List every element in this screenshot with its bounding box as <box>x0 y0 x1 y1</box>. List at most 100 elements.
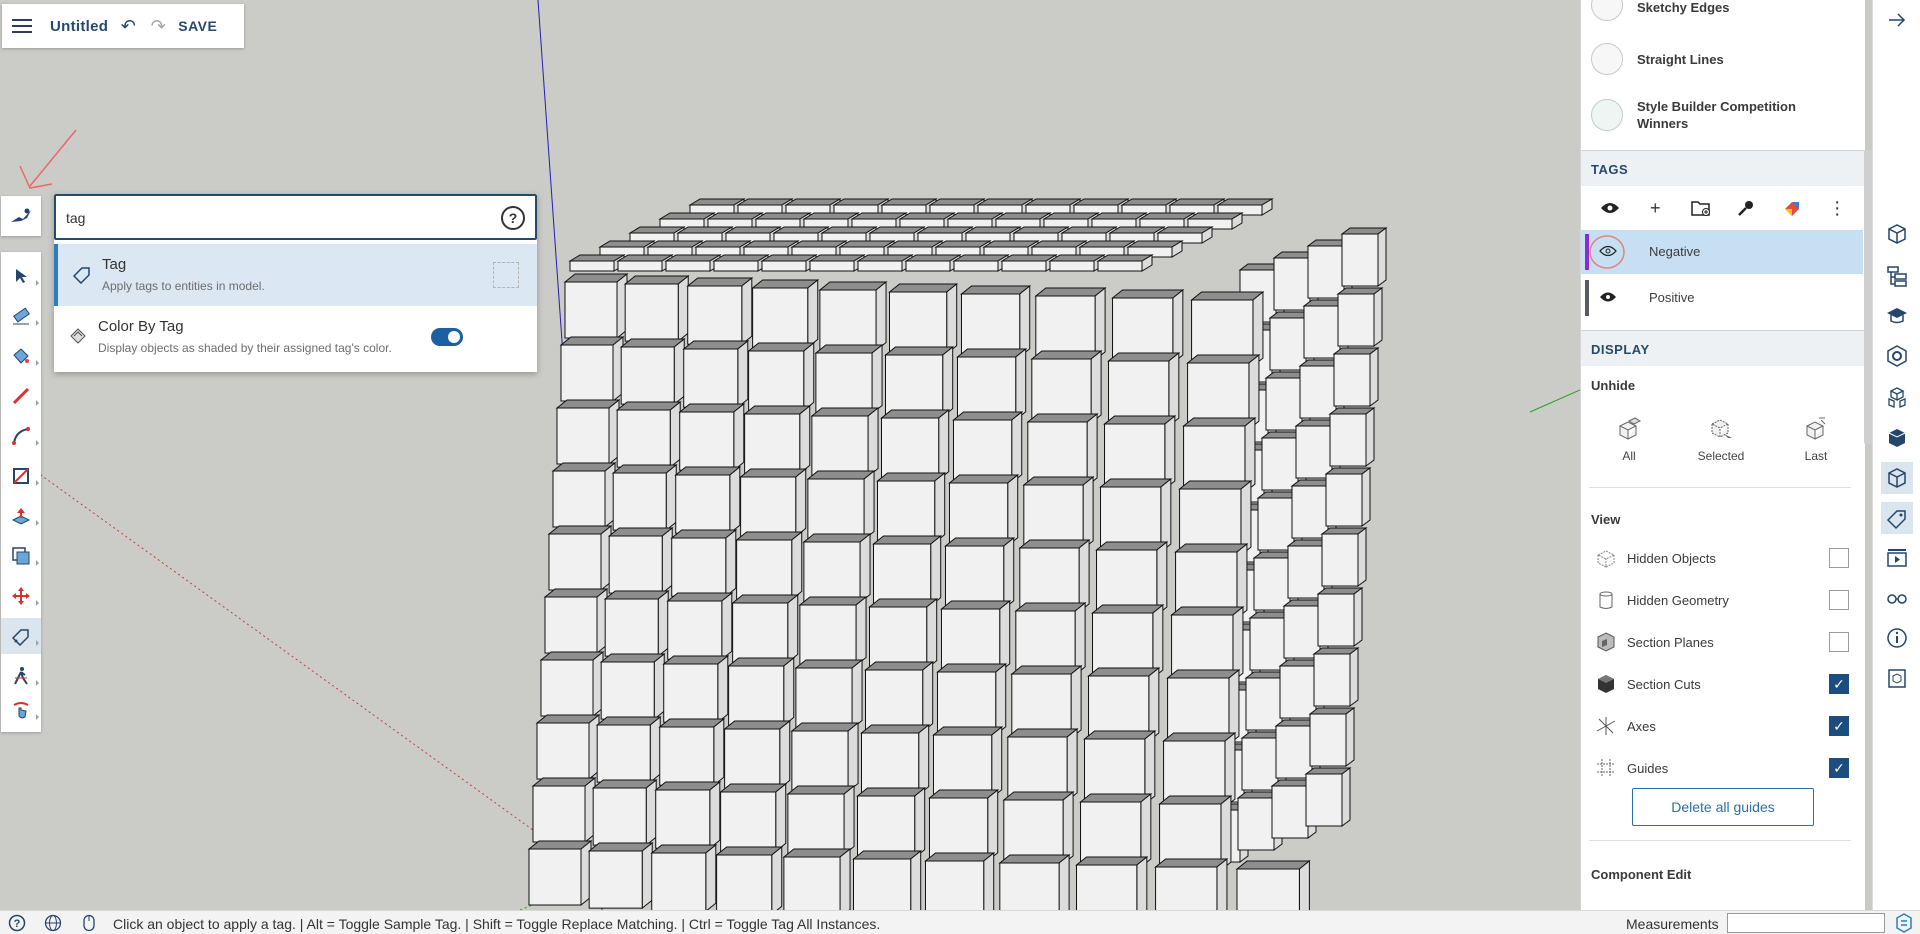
cube-front-face <box>736 539 793 600</box>
axes-checkbox[interactable]: ✓ <box>1829 716 1849 736</box>
cube-side-face <box>859 532 871 604</box>
solid-inspector-icon[interactable] <box>1881 662 1913 694</box>
view-hidden-geometry[interactable]: Hidden Geometry <box>1581 583 1865 617</box>
rectangle-tool[interactable] <box>1 458 41 494</box>
cube-side-face <box>807 278 819 349</box>
guides-checkbox[interactable]: ✓ <box>1829 758 1849 778</box>
cube-top-face <box>735 531 804 541</box>
components-icon[interactable] <box>1881 382 1913 414</box>
style-item-straight-lines[interactable]: Straight Lines <box>1581 36 1865 84</box>
instructor-icon[interactable] <box>1881 300 1913 332</box>
model-viewport[interactable] <box>0 0 1580 910</box>
style-item-sketchy-edges[interactable]: Sketchy Edges <box>1581 0 1865 30</box>
eye-icon[interactable] <box>1599 290 1617 304</box>
undo-icon[interactable]: ↶ <box>118 16 138 37</box>
cube-side-face <box>1377 227 1387 287</box>
move-icon <box>12 587 30 605</box>
materials-icon[interactable] <box>1881 340 1913 372</box>
push-pull-tool[interactable] <box>1 498 41 534</box>
search-result-tag[interactable]: Tag Apply tags to entities in model. <box>54 244 537 306</box>
help-circle-icon[interactable]: ? <box>8 914 26 932</box>
visibility-eye-icon[interactable] <box>1596 194 1624 222</box>
cube-top-face <box>1186 354 1261 364</box>
help-icon[interactable]: ? <box>501 206 525 230</box>
search-input[interactable] <box>66 206 466 230</box>
sample-tag-icon[interactable] <box>1732 194 1760 222</box>
add-tag-icon[interactable]: + <box>1641 194 1669 222</box>
search-result-color-by-tag[interactable]: Color By Tag Display objects as shaded b… <box>54 306 537 368</box>
cube-front-face <box>1049 260 1095 272</box>
scenes-icon[interactable] <box>1881 542 1913 574</box>
cube-side-face <box>1345 707 1355 767</box>
cube-top-face <box>1091 604 1165 614</box>
view-glasses-icon[interactable] <box>1881 582 1913 614</box>
display-cube-icon[interactable] <box>1881 462 1913 494</box>
menu-icon[interactable] <box>12 19 32 33</box>
save-button[interactable]: SAVE <box>178 18 217 34</box>
hidden-geometry-checkbox[interactable] <box>1829 590 1849 610</box>
cube-front-face <box>1341 233 1379 287</box>
file-title[interactable]: Untitled <box>50 18 108 35</box>
view-section-cuts[interactable]: Section Cuts ✓ <box>1581 667 1865 701</box>
result-description: Display objects as shaded by their assig… <box>98 341 392 355</box>
tag-row-positive[interactable]: Positive <box>1581 276 1863 320</box>
tags-panel-icon[interactable] <box>1881 502 1913 534</box>
entity-info-icon[interactable] <box>1881 218 1913 250</box>
cube-front-face <box>528 848 582 906</box>
tag-name[interactable]: Negative <box>1649 244 1700 259</box>
cube-front-face <box>807 478 865 540</box>
info-icon[interactable] <box>1881 622 1913 654</box>
color-by-tag-toggle[interactable] <box>431 328 463 346</box>
outliner-icon[interactable] <box>1881 260 1913 292</box>
walk-tool[interactable] <box>1 658 41 694</box>
collapse-panel-icon[interactable] <box>1881 4 1913 36</box>
cube-side-face <box>839 847 851 910</box>
cube-side-face <box>867 406 879 478</box>
panel-scrollbar[interactable] <box>1864 150 1872 444</box>
cube-side-face <box>1140 792 1152 869</box>
cube-side-face <box>847 721 859 793</box>
unhide-selected-button[interactable]: Selected <box>1681 416 1761 476</box>
select-tool[interactable] <box>1 258 41 294</box>
search-tools-button[interactable] <box>1 196 41 236</box>
unhide-all-button[interactable]: All <box>1589 416 1669 476</box>
delete-all-guides-button[interactable]: Delete all guides <box>1632 788 1814 826</box>
section-cuts-checkbox[interactable]: ✓ <box>1829 674 1849 694</box>
move-tool[interactable] <box>1 578 41 614</box>
cube-top-face <box>678 403 746 413</box>
offset-tool[interactable] <box>1 538 41 574</box>
mouse-icon[interactable] <box>80 914 98 932</box>
tag-color-swatch[interactable] <box>1585 280 1589 316</box>
tag-row-negative[interactable]: Negative <box>1581 230 1863 274</box>
measurements-input[interactable] <box>1727 913 1885 933</box>
view-guides[interactable]: Guides ✓ <box>1581 751 1865 785</box>
add-folder-icon[interactable] <box>1687 194 1715 222</box>
pencil-tool[interactable] <box>1 378 41 414</box>
tag-name[interactable]: Positive <box>1649 290 1695 305</box>
cube-side-face <box>1136 855 1148 910</box>
color-by-tag-icon[interactable] <box>1778 194 1806 222</box>
display-section-header[interactable]: DISPLAY <box>1581 330 1865 366</box>
paint-bucket-tool[interactable] <box>1 338 41 374</box>
view-axes[interactable]: Axes ✓ <box>1581 709 1865 743</box>
section-planes-checkbox[interactable] <box>1829 632 1849 652</box>
cube-front-face <box>617 260 663 272</box>
cube-grid-model[interactable] <box>0 0 1580 910</box>
view-section-planes[interactable]: Section Planes <box>1581 625 1865 659</box>
cube-front-face <box>728 665 785 726</box>
arc-tool[interactable] <box>1 418 41 454</box>
globe-icon[interactable] <box>44 914 62 932</box>
view-hidden-objects[interactable]: Hidden Objects <box>1581 541 1865 575</box>
eraser-tool[interactable] <box>1 298 41 334</box>
pin-placeholder[interactable] <box>493 262 519 288</box>
tags-section-header[interactable]: TAGS <box>1581 150 1865 186</box>
unhide-last-button[interactable]: Last <box>1776 416 1856 476</box>
hidden-objects-checkbox[interactable] <box>1829 548 1849 568</box>
orbit-tool[interactable] <box>1 692 41 728</box>
cube-top-face <box>686 277 754 287</box>
styles-icon[interactable] <box>1881 422 1913 454</box>
redo-icon[interactable]: ↷ <box>148 16 168 37</box>
more-options-icon[interactable]: ⋮ <box>1823 194 1851 222</box>
tag-tool[interactable] <box>1 618 41 654</box>
style-item-competition-winners[interactable]: Style Builder Competition Winners <box>1581 92 1865 140</box>
